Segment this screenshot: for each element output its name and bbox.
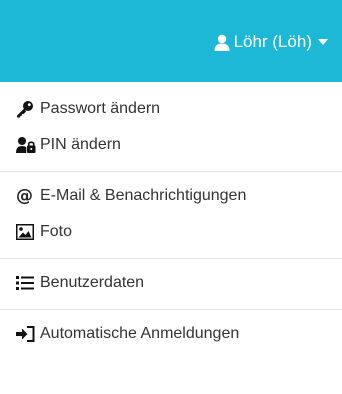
menu-group-login: Automatische Anmeldungen	[0, 310, 342, 352]
user-name: Löhr (Löh)	[233, 32, 312, 51]
change-pin-label: PIN ändern	[40, 136, 121, 153]
user-data-label: Benutzerdaten	[40, 274, 145, 291]
email-notifications-label: E-Mail & Benachrichtigungen	[40, 187, 247, 204]
photo-item[interactable]: Foto	[0, 214, 342, 250]
user-menu-toggle[interactable]: Löhr (Löh)	[214, 31, 328, 53]
email-notifications-item[interactable]: @ E-Mail & Benachrichtigungen	[0, 178, 342, 214]
change-pin-item[interactable]: PIN ändern	[0, 127, 342, 163]
user-dropdown-menu: Passwort ändern PIN ändern @ E-Mail & Be…	[0, 82, 342, 352]
automatic-logins-item[interactable]: Automatische Anmeldungen	[0, 316, 342, 352]
automatic-logins-label: Automatische Anmeldungen	[40, 325, 240, 342]
menu-group-security: Passwort ändern PIN ändern	[0, 82, 342, 163]
user-lock-icon	[16, 136, 36, 154]
top-bar: Löhr (Löh)	[0, 0, 342, 82]
image-icon	[16, 223, 36, 241]
photo-label: Foto	[40, 223, 73, 240]
at-icon: @	[16, 186, 33, 206]
menu-group-profile: @ E-Mail & Benachrichtigungen Foto	[0, 172, 342, 250]
sign-in-icon	[16, 325, 36, 343]
caret-down-icon	[318, 39, 328, 45]
user-icon	[214, 34, 230, 51]
change-password-item[interactable]: Passwort ändern	[0, 91, 342, 127]
menu-group-data: Benutzerdaten	[0, 259, 342, 301]
change-password-label: Passwort ändern	[40, 100, 161, 117]
key-icon	[16, 100, 36, 118]
list-icon	[16, 274, 36, 292]
user-data-item[interactable]: Benutzerdaten	[0, 265, 342, 301]
